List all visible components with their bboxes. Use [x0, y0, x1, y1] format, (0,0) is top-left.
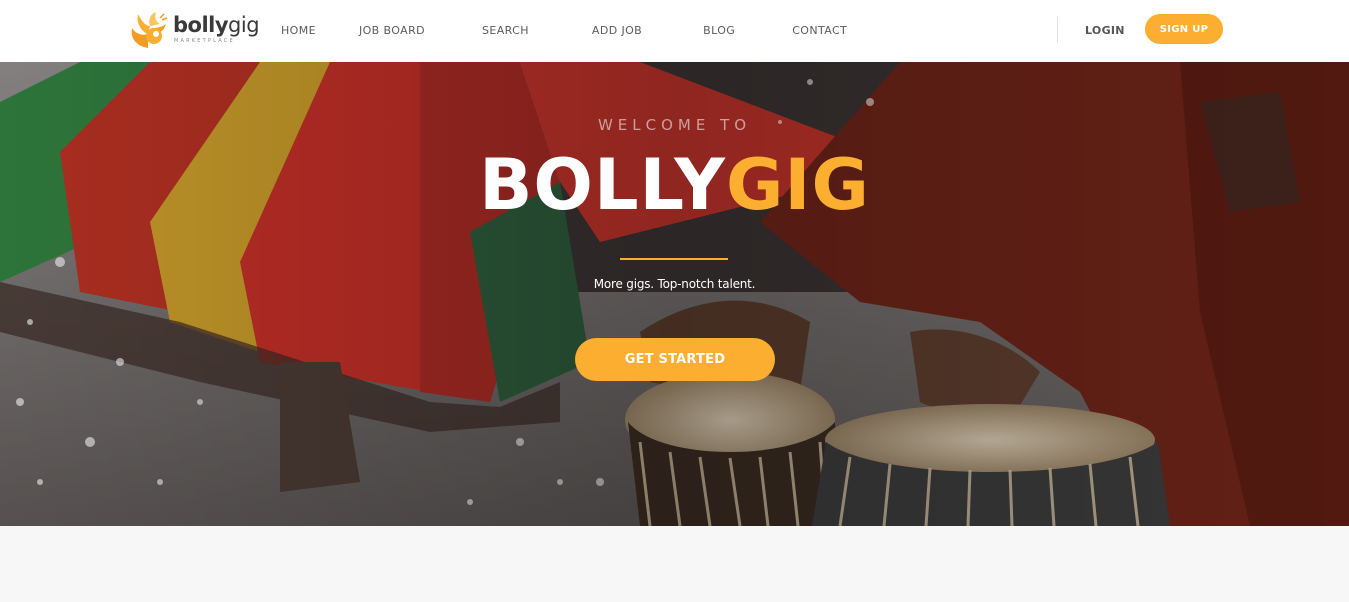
hero-title: BOLLYGIG [0, 142, 1349, 228]
nav-link-home[interactable]: HOME [264, 0, 333, 62]
hero-title-white: BOLLY [479, 144, 726, 226]
nav-link-blog[interactable]: BLOG [659, 0, 752, 62]
logo-tagline: MARKETPLACE [174, 38, 235, 44]
nav-item-contact: CONTACT [752, 0, 864, 62]
nav-link-job-board[interactable]: JOB BOARD [333, 0, 442, 62]
nav-item-job-board: JOB BOARD [333, 0, 442, 62]
peacock-logo-icon [131, 12, 168, 48]
main-nav: HOME JOB BOARD SEARCH ADD JOB BLOG CONTA… [264, 0, 864, 62]
nav-divider [1057, 17, 1058, 43]
nav-item-search: SEARCH [442, 0, 546, 62]
signup-button[interactable]: SIGN UP [1145, 14, 1223, 44]
logo-wordmark: bollygig [173, 13, 260, 37]
nav-item-home: HOME [264, 0, 333, 62]
nav-item-add-job: ADD JOB [546, 0, 659, 62]
nav-link-search[interactable]: SEARCH [442, 0, 546, 62]
nav-item-blog: BLOG [659, 0, 752, 62]
hero-welcome-text: WELCOME TO [597, 116, 752, 134]
top-navbar: bollygig MARKETPLACE HOME JOB BOARD SEAR… [0, 0, 1349, 62]
hero-section: WELCOME TO BOLLYGIG More gigs. Top-notch… [0, 62, 1349, 526]
nav-link-contact[interactable]: CONTACT [752, 0, 864, 62]
hero-title-accent: GIG [725, 144, 870, 226]
login-link[interactable]: LOGIN [1085, 0, 1125, 62]
get-started-button[interactable]: GET STARTED [575, 338, 775, 381]
hero-content: WELCOME TO BOLLYGIG More gigs. Top-notch… [0, 62, 1349, 526]
content-section-start [0, 526, 1349, 602]
nav-link-add-job[interactable]: ADD JOB [546, 0, 659, 62]
logo-word-bold: bolly [173, 13, 229, 37]
logo-word-light: gig [228, 13, 260, 37]
hero-title-underline [620, 258, 728, 260]
bollygig-logo[interactable]: bollygig MARKETPLACE [126, 10, 260, 50]
hero-tagline: More gigs. Top-notch talent. [593, 277, 756, 291]
